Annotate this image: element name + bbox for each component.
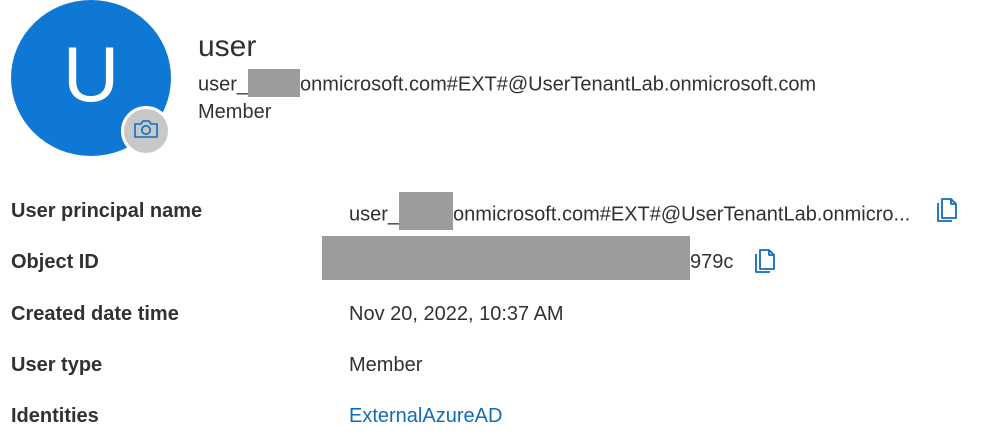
upn-value-prefix: user_ bbox=[349, 203, 400, 226]
header-upn-prefix: user_ bbox=[198, 73, 249, 96]
copy-object-id-button[interactable] bbox=[753, 248, 781, 276]
copy-upn-button[interactable] bbox=[935, 197, 963, 225]
header-upn: user_ onmicrosoft.com#EXT#@UserTenantLab.… bbox=[198, 69, 817, 97]
display-name: user bbox=[198, 30, 257, 63]
change-photo-button[interactable] bbox=[121, 106, 171, 156]
copy-icon bbox=[754, 246, 780, 279]
upn-value: user_ onmicrosoft.com#EXT#@UserTenantLab.… bbox=[349, 192, 911, 230]
avatar-initial: U bbox=[62, 30, 120, 118]
created-label: Created date time bbox=[11, 303, 179, 325]
upn-value-suffix: onmicrosoft.com#EXT#@UserTenantLab.onmic… bbox=[453, 203, 911, 226]
upn-label: User principal name bbox=[11, 200, 203, 222]
object-id-value: 979c bbox=[690, 251, 734, 273]
header-user-type: Member bbox=[198, 101, 272, 123]
user-type-label: User type bbox=[11, 354, 103, 376]
created-value: Nov 20, 2022, 10:37 AM bbox=[349, 303, 564, 325]
redaction-block bbox=[322, 236, 690, 280]
redaction-block bbox=[399, 192, 454, 230]
user-type-value: Member bbox=[349, 354, 423, 376]
header-upn-suffix: onmicrosoft.com#EXT#@UserTenantLab.onmic… bbox=[300, 73, 817, 96]
identities-label: Identities bbox=[11, 405, 99, 427]
camera-icon bbox=[133, 118, 159, 145]
object-id-label: Object ID bbox=[11, 251, 99, 273]
identities-link[interactable]: ExternalAzureAD bbox=[349, 405, 502, 428]
copy-icon bbox=[936, 195, 962, 228]
redaction-block bbox=[248, 69, 301, 97]
